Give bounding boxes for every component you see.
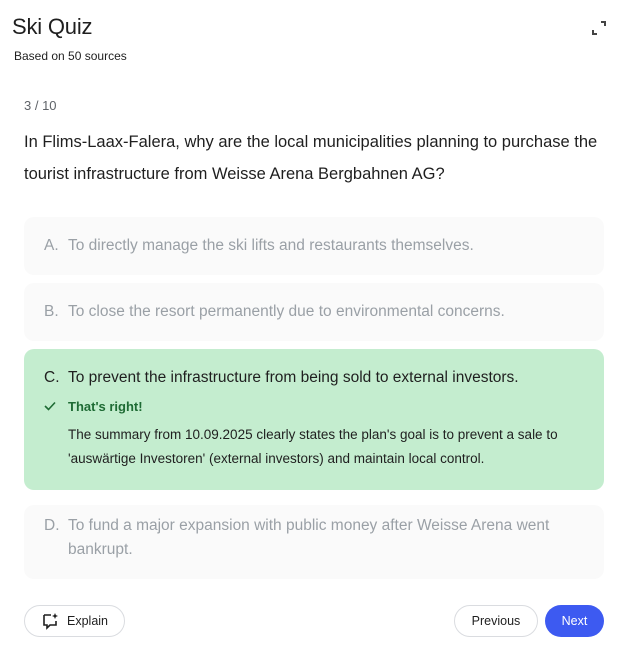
answer-option-b[interactable]: B. To close the resort permanently due t…	[24, 283, 604, 341]
answer-option-c[interactable]: C. To prevent the infrastructure from be…	[24, 349, 604, 490]
expand-icon[interactable]	[591, 20, 607, 36]
next-button[interactable]: Next	[545, 605, 604, 637]
option-letter: B.	[44, 303, 59, 320]
option-text: To prevent the infrastructure from being…	[68, 369, 519, 386]
question-text: In Flims-Laax-Falera, why are the local …	[24, 133, 598, 183]
sparkle-chat-icon	[41, 612, 59, 630]
correct-label: That's right!	[68, 398, 143, 414]
option-text: To directly manage the ski lifts and res…	[68, 237, 474, 254]
sources-subtitle: Based on 50 sources	[14, 49, 127, 63]
option-text: To fund a major expansion with public mo…	[68, 517, 550, 558]
answer-explanation: The summary from 10.09.2025 clearly stat…	[68, 427, 558, 466]
answer-option-d[interactable]: D. To fund a major expansion with public…	[24, 505, 604, 579]
checkmark-icon	[44, 396, 68, 416]
header: Ski Quiz	[12, 14, 93, 40]
question-progress: 3 / 10	[24, 98, 57, 113]
explain-button[interactable]: Explain	[24, 605, 125, 637]
option-letter: A.	[44, 237, 59, 254]
previous-button[interactable]: Previous	[454, 605, 538, 637]
page-title: Ski Quiz	[12, 14, 93, 39]
option-text: To close the resort permanently due to e…	[68, 303, 505, 320]
explain-label: Explain	[67, 614, 108, 628]
option-letter: D.	[44, 517, 60, 534]
option-letter: C.	[44, 369, 60, 386]
feedback-header: That's right!	[44, 396, 584, 416]
answer-option-a[interactable]: A. To directly manage the ski lifts and …	[24, 217, 604, 275]
